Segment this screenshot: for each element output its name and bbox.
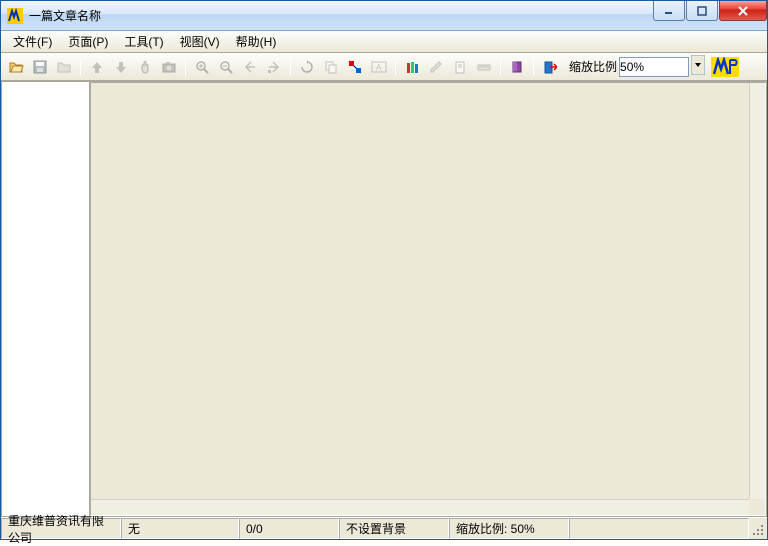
scrollbar-vertical[interactable] [749,83,765,499]
separator [500,58,501,76]
status-empty [569,518,749,539]
menu-view[interactable]: 视图(V) [172,31,228,52]
zoom-label: 缩放比例 [569,58,617,75]
separator [290,58,291,76]
app-window: 一篇文章名称 文件(F) 页面(P) 工具(T) 视图(V) 帮助(H) [0,0,768,540]
prev-page-icon[interactable] [239,56,261,78]
status-zoom: 缩放比例: 50% [449,518,569,539]
titlebar: 一篇文章名称 [1,1,767,31]
arrow-down-icon[interactable] [110,56,132,78]
hand-icon[interactable] [134,56,156,78]
vip-logo-icon [711,57,739,77]
menubar: 文件(F) 页面(P) 工具(T) 视图(V) 帮助(H) [1,31,767,53]
status-page: 0/0 [239,518,339,539]
workspace [1,81,767,517]
zoom-select[interactable] [619,57,689,77]
save-icon[interactable] [29,56,51,78]
separator [185,58,186,76]
status-none: 无 [121,518,239,539]
edit-icon[interactable] [425,56,447,78]
menu-help[interactable]: 帮助(H) [228,31,285,52]
rotate-icon[interactable] [296,56,318,78]
thumbnail-panel[interactable] [2,82,90,516]
statusbar: 重庆维普资讯有限公司 无 0/0 不设置背景 缩放比例: 50% [1,517,767,539]
resize-grip-icon[interactable] [749,518,767,539]
status-background: 不设置背景 [339,518,449,539]
book-icon[interactable] [506,56,528,78]
ruler-icon[interactable] [473,56,495,78]
open-icon[interactable] [5,56,27,78]
zoom-out-icon[interactable] [215,56,237,78]
menu-tools[interactable]: 工具(T) [116,31,171,52]
maximize-button[interactable] [686,1,718,21]
dropdown-arrow-icon[interactable] [691,55,705,78]
window-title: 一篇文章名称 [29,7,652,24]
svg-text:A: A [376,63,382,72]
minimize-button[interactable] [653,1,685,21]
text-icon[interactable]: A [368,56,390,78]
toolbar: A 缩放比例 [1,53,767,81]
menu-file[interactable]: 文件(F) [5,31,60,52]
window-controls [652,1,767,30]
status-company: 重庆维普资讯有限公司 [1,518,121,539]
next-page-icon[interactable] [263,56,285,78]
camera-icon[interactable] [158,56,180,78]
scrollbar-horizontal[interactable] [91,499,749,515]
separator [395,58,396,76]
arrow-up-icon[interactable] [86,56,108,78]
zoom-in-icon[interactable] [191,56,213,78]
copy-icon[interactable] [320,56,342,78]
library-icon[interactable] [401,56,423,78]
menu-page[interactable]: 页面(P) [60,31,116,52]
page-setup-icon[interactable] [449,56,471,78]
saveas-icon[interactable] [53,56,75,78]
app-icon [7,8,23,24]
separator [533,58,534,76]
exit-icon[interactable] [539,56,561,78]
document-canvas[interactable] [90,82,766,516]
separator [80,58,81,76]
scrollbar-corner [749,499,765,515]
color-icon[interactable] [344,56,366,78]
close-button[interactable] [719,1,767,21]
